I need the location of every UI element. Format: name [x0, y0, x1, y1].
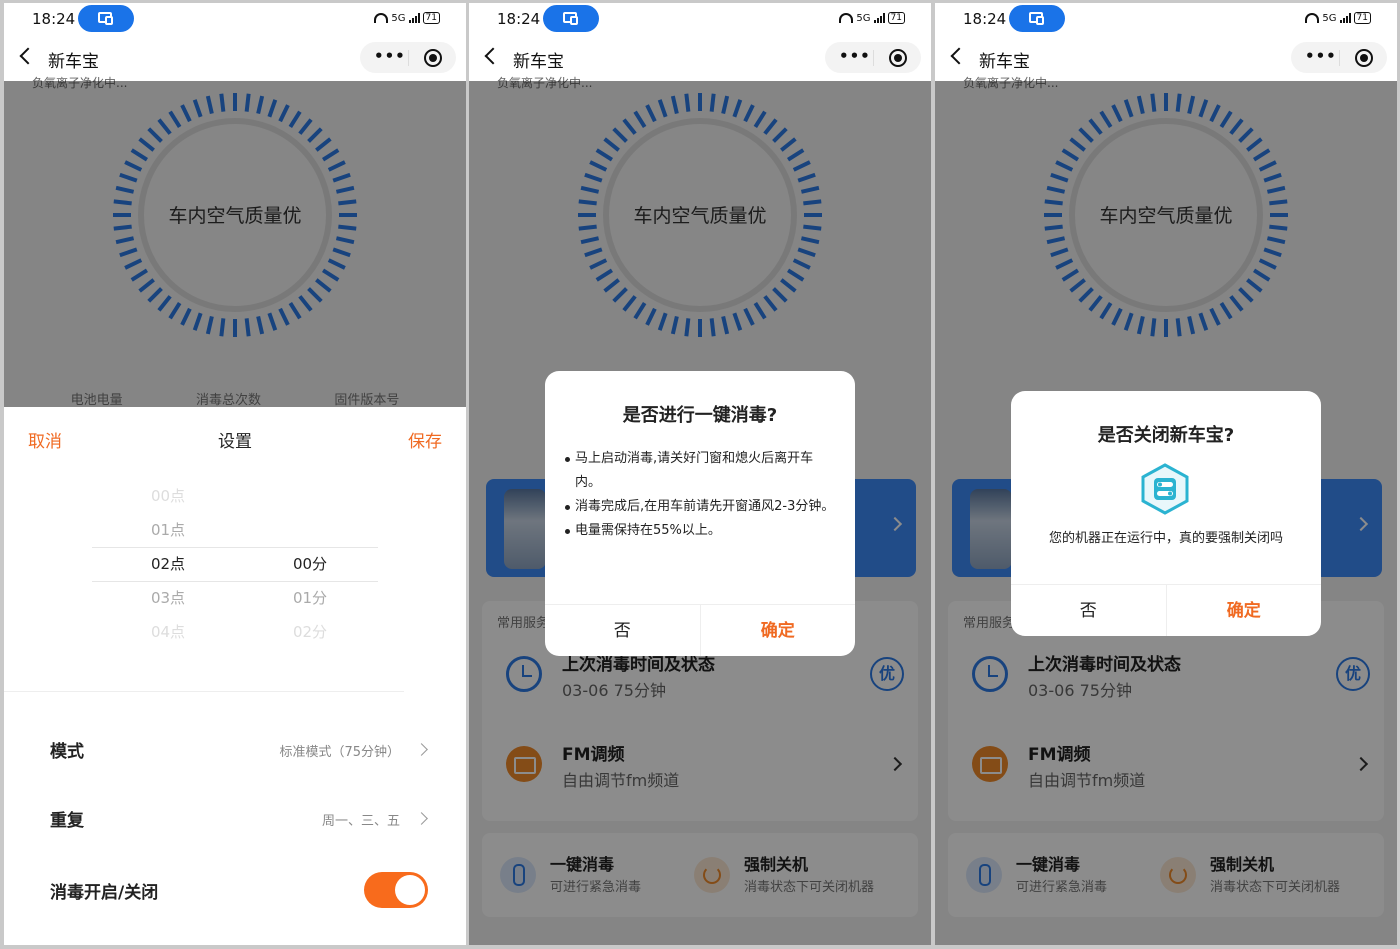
dialog-title: 是否进行一键消毒?: [622, 405, 778, 426]
more-icon[interactable]: •••: [1305, 49, 1337, 64]
chevron-right-icon: [415, 812, 428, 825]
bullet-item: 电量需保持在55%以上。: [565, 519, 835, 543]
screen-settings: 18:24 5G 71 新车宝 ••• 负氧离子净化中... 车内空气质量优 电…: [4, 3, 466, 945]
time-picker[interactable]: 00点 01点 02点 03点 04点 00分 01分 02分: [92, 479, 378, 649]
back-icon[interactable]: [950, 47, 968, 65]
system-icons: 5G 71: [839, 12, 905, 24]
system-icons: 5G 71: [374, 12, 440, 24]
wifi-icon: [839, 13, 854, 23]
mode-row[interactable]: 模式 标准模式（75分钟）: [4, 725, 466, 775]
toggle-label: 消毒开启/关闭: [50, 883, 159, 903]
hour-option[interactable]: 00点: [138, 479, 198, 513]
battery-icon: 71: [422, 12, 440, 24]
minute-selected[interactable]: 00分: [280, 547, 340, 581]
status-time: 18:24: [963, 10, 1007, 28]
status-bar: 18:24 5G 71: [469, 3, 931, 35]
hour-column[interactable]: 00点 01点 02点 03点 04点: [138, 479, 198, 649]
network-type: 5G: [856, 12, 871, 24]
close-mini-program-icon[interactable]: [889, 49, 907, 67]
back-icon[interactable]: [19, 47, 37, 65]
network-type: 5G: [391, 12, 406, 24]
close-mini-program-icon[interactable]: [1355, 49, 1373, 67]
signal-icon: [408, 13, 420, 23]
screen-cast-icon[interactable]: [78, 5, 134, 32]
minute-column[interactable]: 00分 01分 02分: [280, 547, 340, 649]
status-bar: 18:24 5G 71: [4, 3, 466, 35]
back-icon[interactable]: [484, 47, 502, 65]
mini-program-capsule: •••: [825, 42, 921, 73]
hour-option[interactable]: 03点: [138, 581, 198, 615]
battery-icon: 71: [1353, 12, 1371, 24]
signal-icon: [873, 13, 885, 23]
page-title: 新车宝: [48, 52, 99, 72]
shutdown-dialog: 是否关闭新车宝? 您的机器正在运行中，真的要强制关闭吗 否 确定: [1011, 391, 1321, 636]
status-bar: 18:24 5G 71: [935, 3, 1397, 35]
mini-program-capsule: •••: [360, 42, 456, 73]
hour-selected[interactable]: 02点: [138, 547, 198, 581]
repeat-row[interactable]: 重复 周一、三、五: [4, 794, 466, 844]
screen-cast-icon[interactable]: [1009, 5, 1065, 32]
hour-option[interactable]: 04点: [138, 615, 198, 649]
disinfect-toggle-row: 消毒开启/关闭: [4, 866, 466, 916]
no-button[interactable]: 否: [1011, 585, 1167, 636]
network-type: 5G: [1322, 12, 1337, 24]
confirm-button[interactable]: 确定: [701, 605, 856, 656]
bullet-item: 马上启动消毒,请关好门窗和熄火后离开车内。: [565, 447, 835, 495]
bullet-item: 消毒完成后,在用车前请先开窗通风2-3分钟。: [565, 495, 835, 519]
sheet-title: 设置: [218, 432, 252, 452]
status-time: 18:24: [32, 10, 76, 28]
mode-label: 模式: [50, 742, 84, 762]
repeat-value: 周一、三、五: [321, 814, 400, 829]
save-button[interactable]: 保存: [408, 427, 442, 452]
more-icon[interactable]: •••: [839, 49, 871, 64]
screen-shutdown-dialog: 18:24 5G 71 新车宝 ••• 负氧离子净化中... 车内空气质量优 常…: [935, 3, 1397, 945]
dialog-title: 是否关闭新车宝?: [1097, 425, 1235, 446]
status-time: 18:24: [497, 10, 541, 28]
dialog-message: 您的机器正在运行中，真的要强制关闭吗: [1048, 531, 1283, 546]
close-mini-program-icon[interactable]: [424, 49, 442, 67]
no-button[interactable]: 否: [545, 605, 701, 656]
disinfect-toggle[interactable]: [364, 872, 428, 908]
dialog-bullets: 马上启动消毒,请关好门窗和熄火后离开车内。 消毒完成后,在用车前请先开窗通风2-…: [565, 447, 835, 543]
screen-disinfect-dialog: 18:24 5G 71 新车宝 ••• 负氧离子净化中... 车内空气质量优 常…: [469, 3, 931, 945]
hour-option[interactable]: 01点: [138, 513, 198, 547]
repeat-label: 重复: [50, 811, 84, 831]
system-icons: 5G 71: [1305, 12, 1371, 24]
minute-option[interactable]: 01分: [280, 581, 340, 615]
wifi-icon: [374, 13, 389, 23]
confirm-button[interactable]: 确定: [1167, 585, 1322, 636]
more-icon[interactable]: •••: [374, 49, 406, 64]
mini-program-capsule: •••: [1291, 42, 1387, 73]
disinfect-dialog: 是否进行一键消毒? 马上启动消毒,请关好门窗和熄火后离开车内。 消毒完成后,在用…: [545, 371, 855, 656]
screen-cast-icon[interactable]: [543, 5, 599, 32]
page-title: 新车宝: [513, 52, 564, 72]
app-toggle-icon: [1141, 463, 1189, 515]
signal-icon: [1339, 13, 1351, 23]
mode-value: 标准模式（75分钟）: [279, 745, 400, 760]
wifi-icon: [1305, 13, 1320, 23]
minute-option[interactable]: 02分: [280, 615, 340, 649]
chevron-right-icon: [415, 743, 428, 756]
settings-sheet: 取消 设置 保存 00点 01点 02点 03点 04点 00分 01分 02分…: [4, 407, 466, 945]
page-title: 新车宝: [979, 52, 1030, 72]
battery-icon: 71: [887, 12, 905, 24]
